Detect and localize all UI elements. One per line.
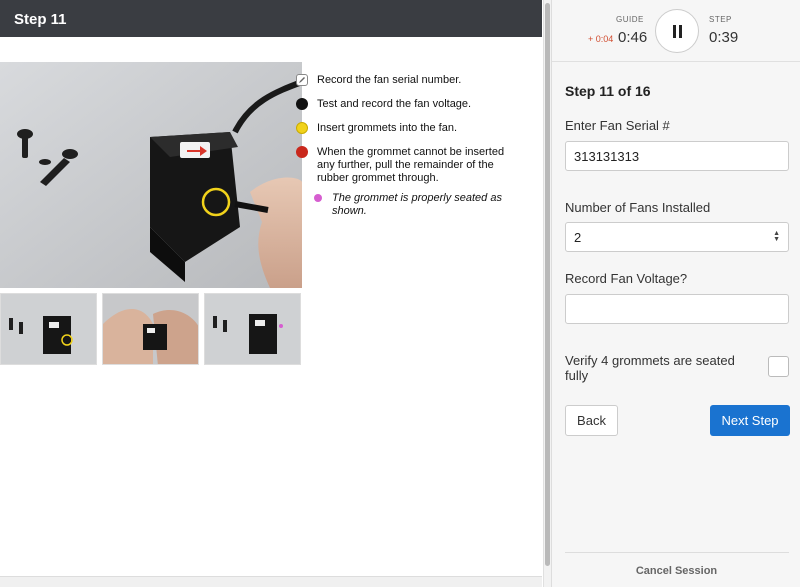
cancel-session-button[interactable]: Cancel Session xyxy=(552,565,800,577)
instruction-list: Record the fan serial number. Test and r… xyxy=(296,71,516,218)
red-bullet-icon xyxy=(296,146,308,158)
guide-delta: + 0:04 xyxy=(588,34,614,44)
back-button[interactable]: Back xyxy=(565,405,618,436)
guide-timer-label: GUIDE xyxy=(616,15,644,24)
guide-timer: 0:46 xyxy=(618,29,648,46)
verify-label: Verify 4 grommets are seated fully xyxy=(565,353,735,383)
step-title-bar: Step 11 xyxy=(0,0,542,37)
divider xyxy=(565,552,789,553)
pause-icon xyxy=(673,25,676,38)
voltage-label: Record Fan Voltage? xyxy=(565,271,688,286)
step-title: Step 11 xyxy=(14,11,67,28)
thumbnail-2[interactable] xyxy=(102,293,199,365)
fans-select-value: 2 xyxy=(574,230,582,245)
fans-label: Number of Fans Installed xyxy=(565,200,711,215)
form-pane: GUIDE + 0:04 0:46 STEP 0:39 Step 11 of 1… xyxy=(551,0,800,587)
select-arrows-icon: ▲ ▼ xyxy=(773,230,780,243)
guide-pane: Step 11 Record the fan serial number. Te… xyxy=(0,0,542,587)
scrollbar-thumb[interactable] xyxy=(545,3,550,566)
instruction-item: Insert grommets into the fan. xyxy=(296,122,516,135)
instruction-item: Record the fan serial number. xyxy=(296,74,516,87)
instruction-subitem: The grommet is properly seated as shown. xyxy=(296,192,516,218)
timer-area: GUIDE + 0:04 0:46 STEP 0:39 xyxy=(552,0,800,62)
pause-button[interactable] xyxy=(655,9,699,53)
step-counter: Step 11 of 16 xyxy=(565,83,651,99)
instruction-item: Test and record the fan voltage. xyxy=(296,98,516,111)
voltage-input[interactable] xyxy=(565,294,789,324)
thumbnail-3[interactable] xyxy=(204,293,301,365)
step-timer-label: STEP xyxy=(709,15,732,24)
data-entry-icon xyxy=(296,74,308,86)
step-timer: 0:39 xyxy=(709,29,739,46)
instruction-item: When the grommet cannot be inserted any … xyxy=(296,146,516,185)
yellow-bullet-icon xyxy=(296,122,308,134)
verify-checkbox[interactable] xyxy=(768,356,789,377)
black-bullet-icon xyxy=(296,98,308,110)
thumbnail-1[interactable] xyxy=(0,293,97,365)
serial-input[interactable]: 313131313 xyxy=(565,141,789,171)
fans-select[interactable]: 2 ▲ ▼ xyxy=(565,222,789,252)
main-step-photo[interactable] xyxy=(0,62,302,288)
next-step-button[interactable]: Next Step xyxy=(710,405,790,436)
horizontal-scrollbar[interactable] xyxy=(0,576,542,587)
serial-label: Enter Fan Serial # xyxy=(565,118,670,133)
pink-bullet-icon xyxy=(314,194,322,202)
